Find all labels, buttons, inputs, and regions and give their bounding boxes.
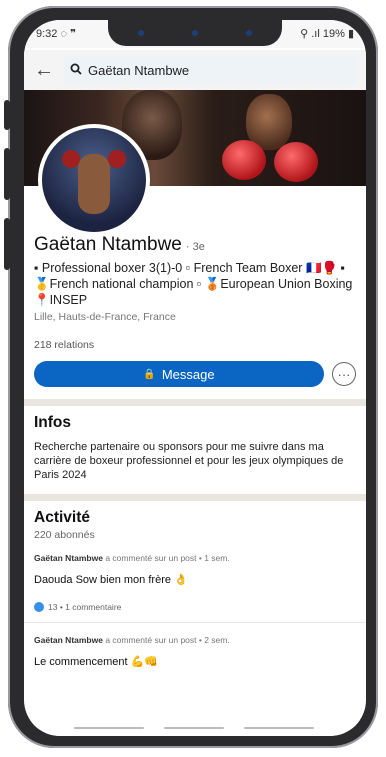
search-bar: ← Gaëtan Ntambwe	[24, 50, 366, 90]
post-divider	[24, 622, 366, 623]
status-bar: 9:32 ◌ ❞ ⚲ .ıl 19% ▮	[24, 20, 366, 48]
nav-indicator	[74, 727, 144, 729]
profile-headline: ▪ Professional boxer 3(1)-0 ▫ French Tea…	[34, 261, 353, 307]
post-reactions[interactable]: 13 • 1 commentaire	[34, 602, 356, 612]
post-text: Le commencement 💪👊	[34, 656, 158, 668]
avatar-glove	[62, 150, 80, 168]
more-button[interactable]: ···	[332, 362, 356, 386]
about-title: Infos	[34, 414, 72, 431]
screen: 9:32 ◌ ❞ ⚲ .ıl 19% ▮ ← Gaëtan Ntambwe Ga…	[24, 20, 366, 736]
profile-actions: 🔒 Message ···	[24, 361, 366, 387]
connection-degree: · 3e	[185, 241, 205, 253]
section-divider	[24, 399, 366, 406]
activity-title: Activité	[34, 509, 90, 526]
phone-side-button	[4, 148, 10, 200]
avatar-glove	[108, 150, 126, 168]
arrow-left-icon[interactable]: ←	[24, 59, 64, 82]
about-section: Infos Recherche partenaire ou sponsors p…	[24, 406, 366, 490]
phone-side-button	[4, 218, 10, 270]
post-meta: Gaëtan Ntambwe a commenté sur un post • …	[34, 635, 230, 645]
activity-post[interactable]: Gaëtan Ntambwe a commenté sur un post • …	[24, 553, 366, 612]
camera-icon	[246, 30, 252, 36]
post-meta: Gaëtan Ntambwe a commenté sur un post • …	[34, 553, 230, 563]
avatar[interactable]	[38, 124, 150, 236]
profile-content: Gaëtan Ntambwe · 3e ▪ Professional boxer…	[24, 234, 366, 668]
status-indicators: ⚲ .ıl 19% ▮	[300, 28, 354, 40]
activity-section: Activité 220 abonnés	[24, 501, 366, 541]
post-text: Daouda Sow bien mon frère 👌	[34, 574, 188, 586]
notch	[108, 20, 282, 46]
message-label: Message	[161, 366, 215, 382]
lock-icon: 🔒	[143, 368, 156, 380]
nav-indicator	[164, 727, 224, 729]
activity-post[interactable]: Gaëtan Ntambwe a commenté sur un post • …	[24, 635, 366, 668]
section-divider	[24, 494, 366, 501]
message-button[interactable]: 🔒 Message	[34, 361, 324, 387]
avatar-figure	[78, 154, 110, 214]
search-icon	[70, 63, 82, 78]
like-icon	[34, 602, 44, 612]
nav-indicator	[244, 727, 314, 729]
profile-location: Lille, Hauts-de-France, France	[34, 311, 176, 323]
camera-icon	[192, 30, 198, 36]
cover-glove	[274, 142, 318, 182]
followers-count: 220 abonnés	[34, 529, 95, 541]
search-input[interactable]: Gaëtan Ntambwe	[64, 56, 356, 84]
about-text: Recherche partenaire ou sponsors pour me…	[34, 441, 344, 481]
cover-glove	[222, 140, 266, 180]
profile-name: Gaëtan Ntambwe	[34, 234, 182, 255]
relations-count[interactable]: 218 relations	[24, 339, 366, 351]
name-row: Gaëtan Ntambwe · 3e	[24, 234, 366, 256]
bottom-nav	[24, 720, 366, 736]
phone-side-button	[4, 100, 10, 130]
search-query: Gaëtan Ntambwe	[88, 62, 190, 78]
status-time: 9:32 ◌ ❞	[36, 28, 76, 40]
camera-icon	[138, 30, 144, 36]
